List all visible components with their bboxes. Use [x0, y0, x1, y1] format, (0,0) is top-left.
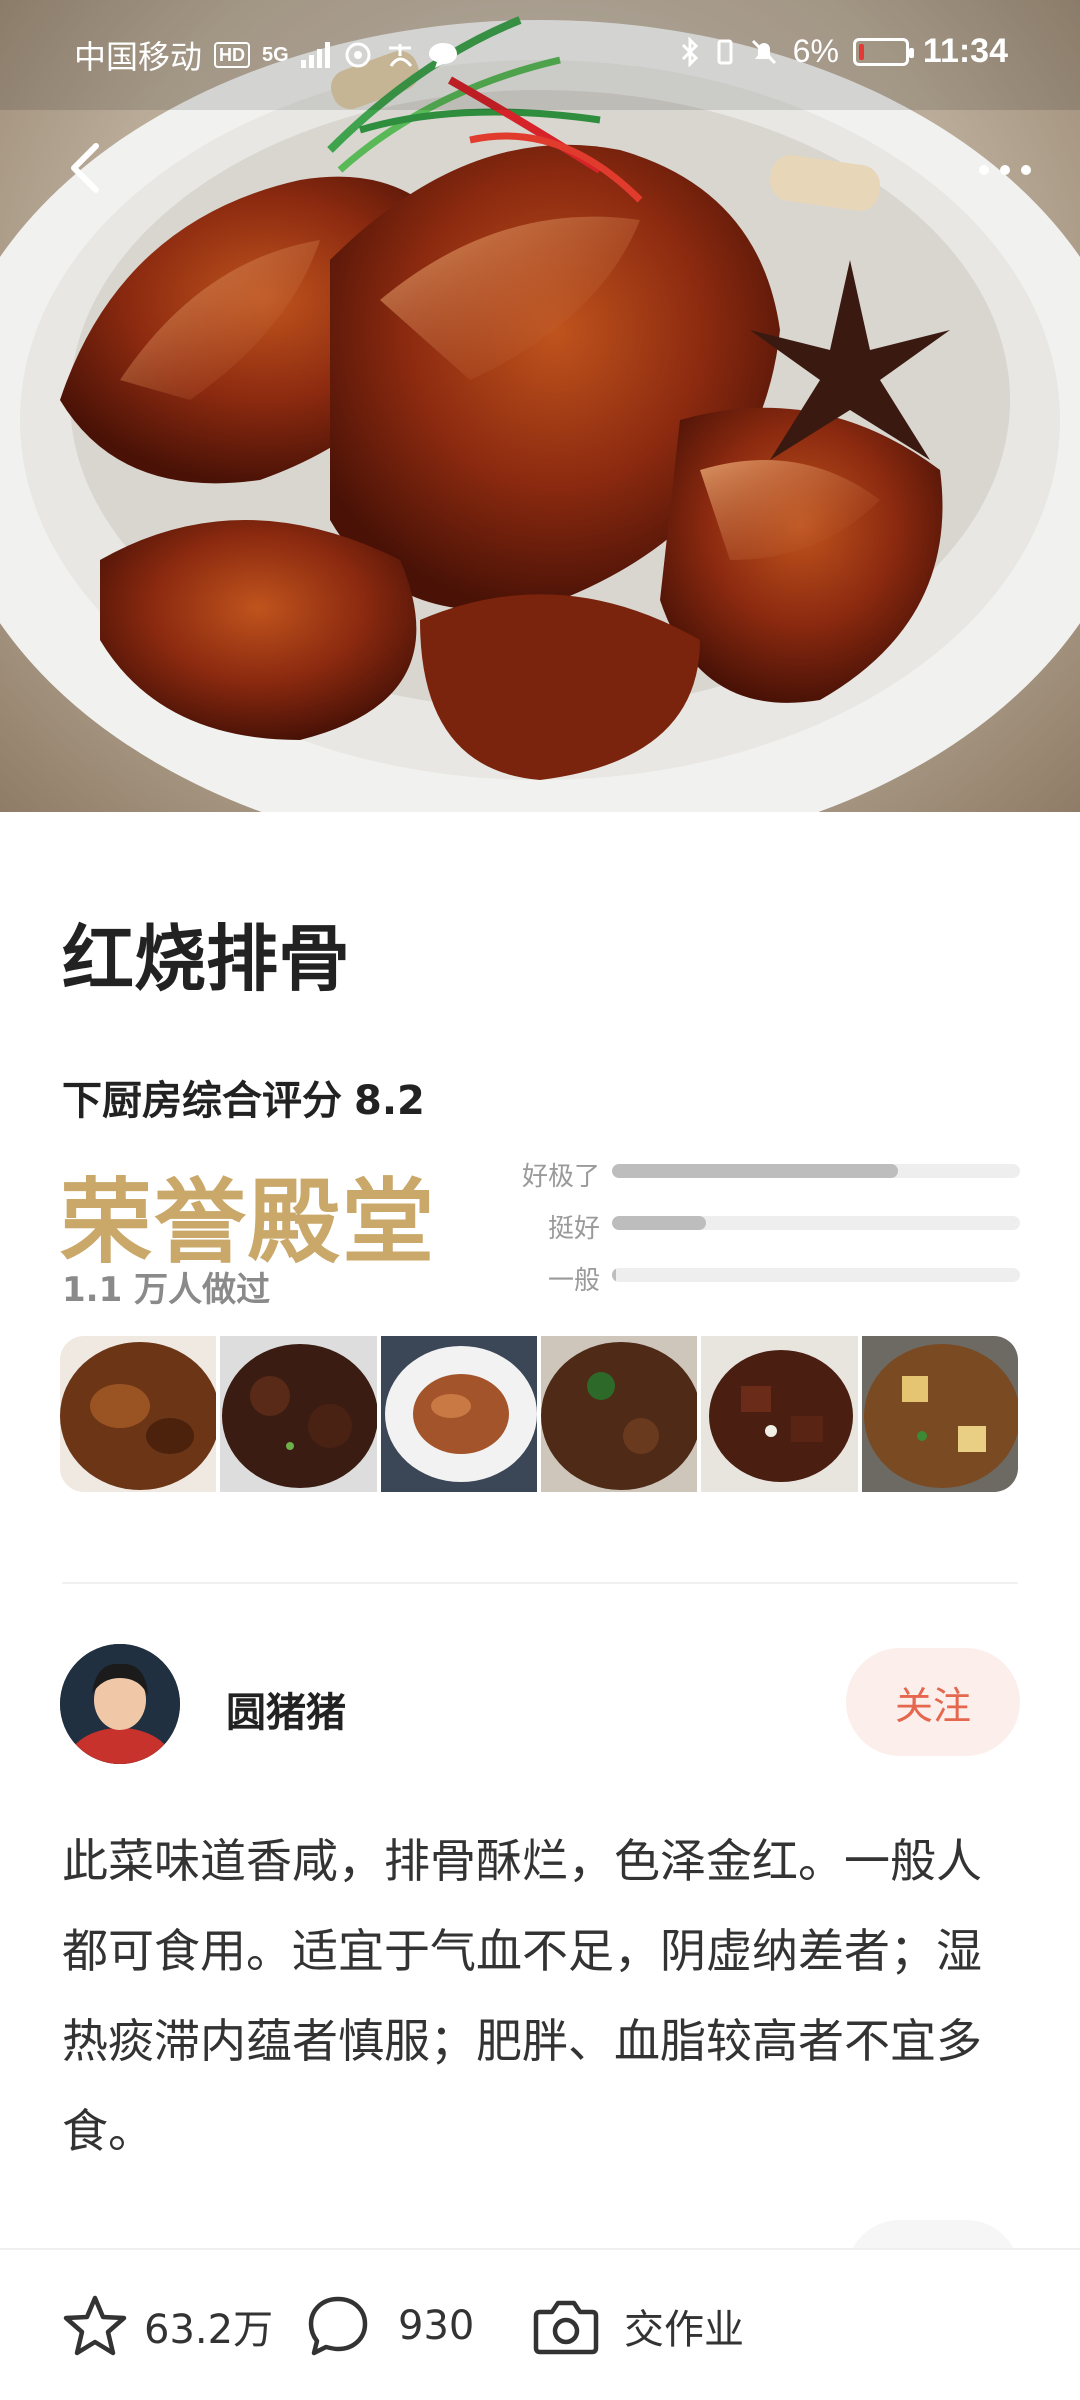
cooked-count: 1.1 万人做过: [62, 1270, 271, 1310]
rating-bar-row: 好极了: [500, 1150, 1020, 1202]
rating-bar-label: 一般: [547, 1266, 600, 1296]
user-photo-thumbnail[interactable]: [701, 1336, 858, 1492]
rating-line: 下厨房综合评分 8.2: [62, 1068, 425, 1126]
back-arrow-icon[interactable]: [60, 138, 116, 198]
favorite-count: 63.2万: [144, 2307, 274, 2353]
rating-distribution: 好极了 挺好 一般: [500, 1150, 1020, 1306]
mute-bell-icon: [751, 39, 776, 64]
rating-bar-fill: [612, 1268, 617, 1282]
avatar-image: [60, 1644, 180, 1764]
user-photo-thumbnail[interactable]: [861, 1336, 1018, 1492]
comment-button[interactable]: 930: [306, 2250, 474, 2400]
network-label: 5G: [262, 43, 289, 66]
clock: 11:34: [922, 32, 1008, 70]
comment-count: 930: [398, 2303, 475, 2349]
battery-percent: 6%: [792, 33, 839, 69]
author-name[interactable]: 圆猪猪: [226, 1680, 346, 1738]
homework-button[interactable]: 交作业: [532, 2250, 744, 2400]
hero-image: [0, 0, 1080, 812]
rating-bar-track: [612, 1164, 1020, 1178]
favorite-button[interactable]: 63.2万: [62, 2250, 273, 2400]
app-notification-icon: [345, 42, 371, 68]
vibrate-icon: [717, 39, 733, 64]
hd-badge: HD: [214, 42, 251, 68]
user-photo-thumbnail[interactable]: [540, 1336, 698, 1492]
user-photo-thumbnail[interactable]: [60, 1336, 217, 1492]
more-dots-icon[interactable]: [970, 150, 1040, 190]
user-photo-strip[interactable]: [60, 1336, 1018, 1492]
carrier-label: 中国移动: [74, 39, 203, 75]
rating-bar-track: [612, 1268, 1020, 1282]
rating-score: 8.2: [354, 1078, 425, 1124]
section-divider: [62, 1582, 1018, 1584]
battery-icon: [852, 37, 914, 66]
status-bar: 中国移动 HD 5G 6% 11:34: [0, 0, 1080, 104]
rating-bar-row: 挺好: [500, 1202, 1020, 1254]
rating-bar-row: 一般: [500, 1254, 1020, 1306]
alipay-icon: [388, 44, 412, 67]
user-photo-thumbnail[interactable]: [380, 1336, 537, 1492]
rating-bar-fill: [612, 1164, 898, 1178]
rating-label: 下厨房综合评分: [62, 1078, 342, 1124]
rating-bar-fill: [612, 1216, 706, 1230]
camera-icon: [533, 2300, 599, 2355]
bottom-action-bar: 63.2万 930 交作业: [0, 2248, 1080, 2400]
recipe-description: 此菜味道香咸，排骨酥烂，色泽金红。一般人都可食用。适宜于气血不足，阴虚纳差者；湿…: [62, 1834, 982, 2158]
message-bubble-icon: [428, 43, 457, 68]
comment-bubble-icon: [308, 2296, 368, 2356]
bluetooth-icon: [681, 36, 698, 67]
dish-photo: [0, 0, 1080, 812]
rating-bar-label: 好极了: [521, 1162, 600, 1192]
avatar[interactable]: [60, 1644, 180, 1764]
star-icon: [63, 2295, 127, 2356]
homework-label: 交作业: [624, 2307, 744, 2353]
rating-bar-label: 挺好: [547, 1214, 600, 1244]
recipe-title: 红烧排骨: [62, 917, 351, 1001]
follow-button[interactable]: 关注: [846, 1648, 1020, 1756]
user-photo-thumbnail[interactable]: [220, 1336, 377, 1492]
signal-icon: [300, 42, 330, 68]
rating-bar-track: [612, 1216, 1020, 1230]
